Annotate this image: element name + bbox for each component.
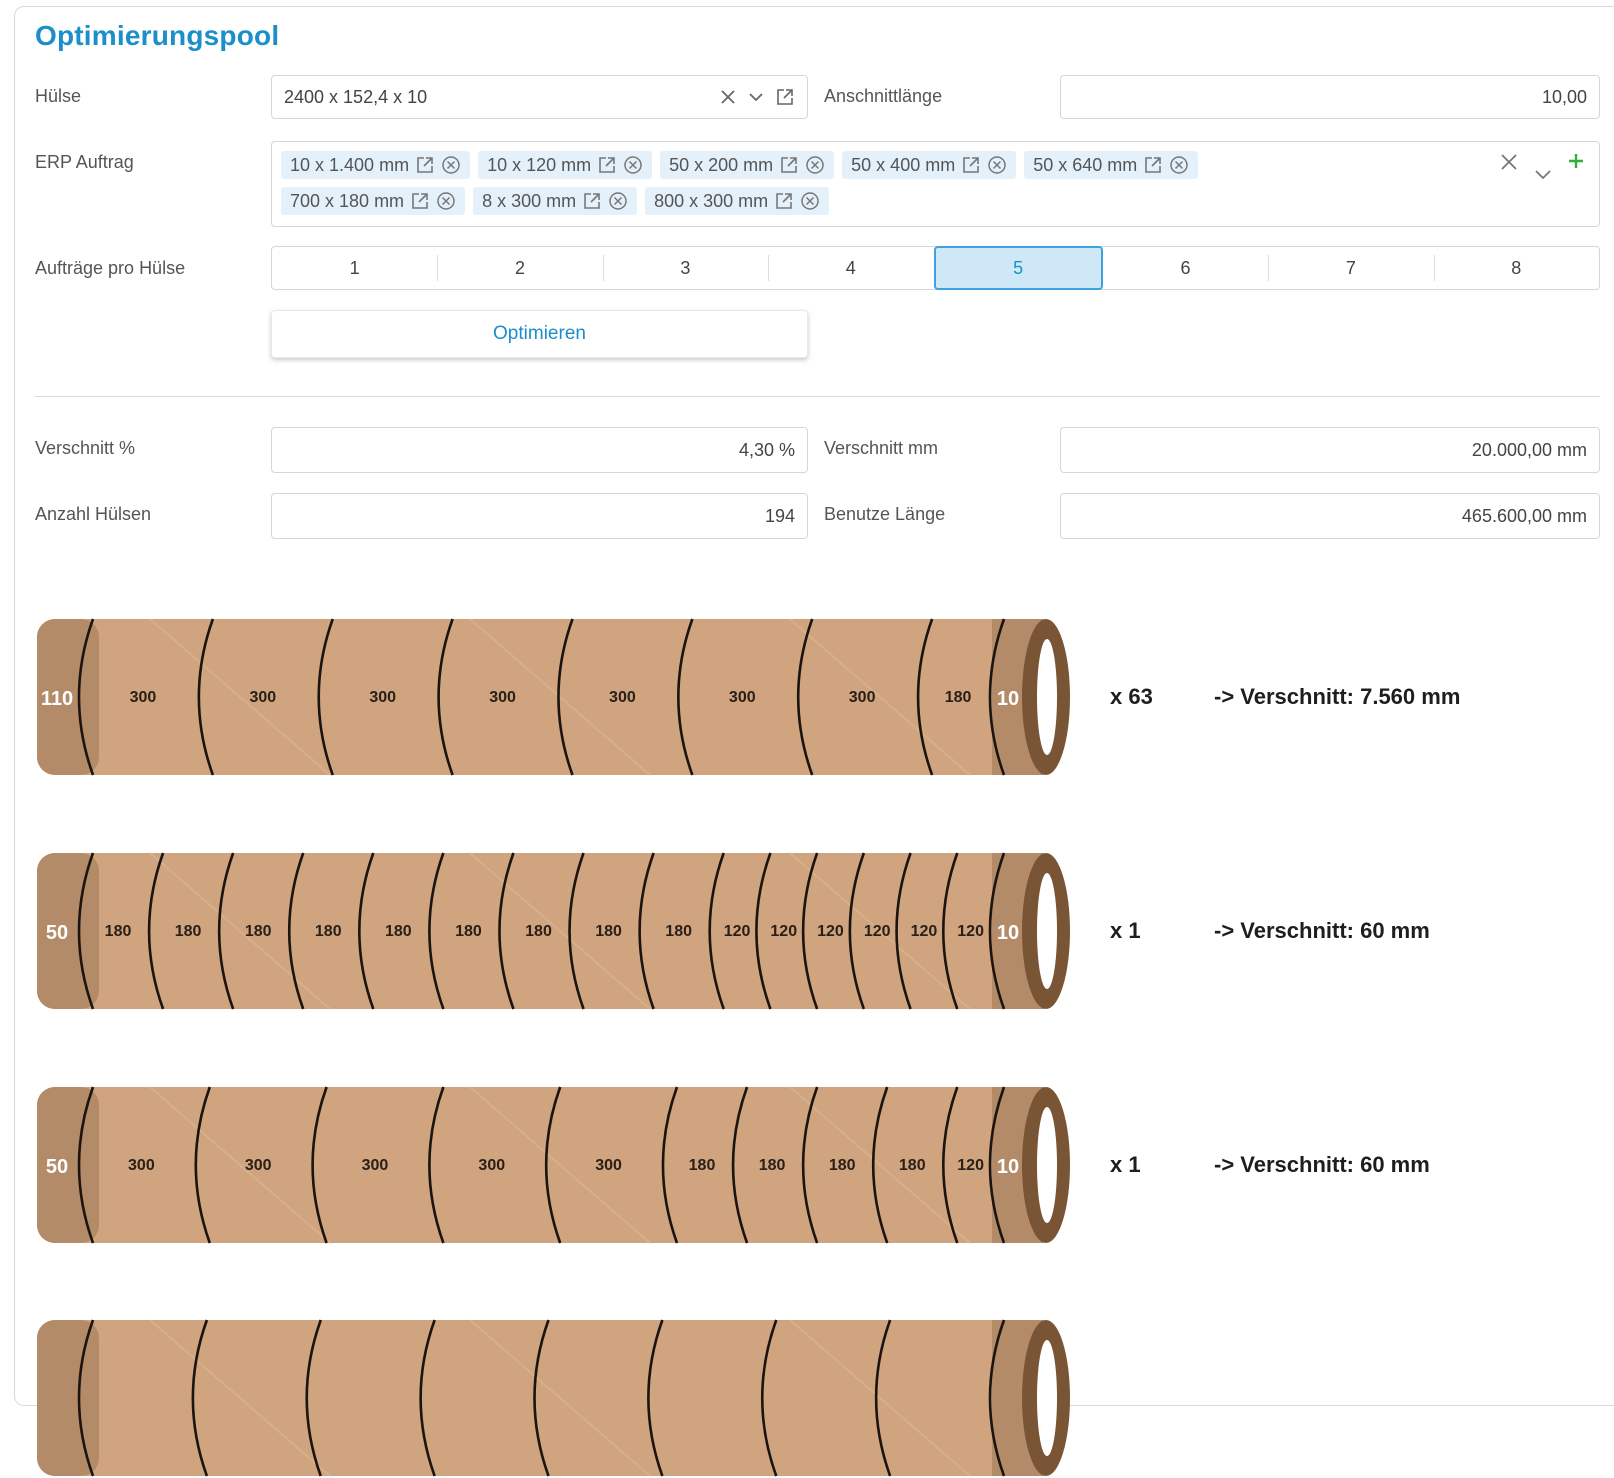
paper-roll [37,1319,1070,1477]
segment-label: 120 [957,1157,984,1174]
segment-label: 300 [595,1157,622,1174]
segment-label: 120 [770,923,797,940]
segment-label: 180 [385,923,412,940]
trim-right-label: 10 [997,922,1019,944]
roll-body [37,1087,1042,1243]
roll-count: x 63 [1110,684,1153,709]
roll-trim-left [37,1320,99,1476]
roll-count: x 1 [1110,1152,1141,1177]
paper-roll: 180 180 180 180 180 180 180 180 180 120 120 120 120 1… [37,852,1070,1010]
segment-label: 120 [957,923,984,940]
segment-label: 180 [525,923,552,940]
paper-roll: 300 300 300 300 300 180 180 180 180 120 50 10 [37,1086,1070,1244]
segment-label: 180 [899,1157,926,1174]
trim-left-label: 50 [46,922,68,944]
roll-core-hole [1037,639,1057,755]
roll-count: x 1 [1110,918,1141,943]
segment-label: 300 [362,1157,389,1174]
segment-label: 180 [759,1157,786,1174]
segment-label: 180 [665,923,692,940]
roll-waste: -> Verschnitt: 60 mm [1214,1152,1430,1177]
segment-label: 180 [689,1157,716,1174]
segment-label: 300 [729,689,756,706]
segment-label: 300 [128,1157,155,1174]
roll-waste: -> Verschnitt: 7.560 mm [1214,684,1461,709]
trim-right-label: 10 [997,688,1019,710]
segment-label: 180 [105,923,132,940]
roll-core-hole [1037,1107,1057,1223]
segment-label: 180 [175,923,202,940]
segment-label: 300 [245,1157,272,1174]
segment-label: 300 [478,1157,505,1174]
roll-visualizations: 300 300 300 300 300 300 300 180 110 10 x 63 -> Vers… [0,0,1614,1477]
segment-label: 300 [489,689,516,706]
roll-body [37,1320,1042,1476]
trim-left-label: 110 [41,688,73,710]
roll-body [37,619,1042,775]
segment-label: 300 [249,689,276,706]
segment-label: 300 [369,689,396,706]
segment-label: 120 [817,923,844,940]
segment-label: 300 [130,689,157,706]
segment-label: 120 [864,923,891,940]
segment-label: 180 [455,923,482,940]
segment-label: 180 [829,1157,856,1174]
trim-left-label: 50 [46,1156,68,1178]
segment-label: 180 [595,923,622,940]
paper-roll: 300 300 300 300 300 300 300 180 110 10 [37,618,1070,776]
roll-core-hole [1037,1340,1057,1456]
roll-waste: -> Verschnitt: 60 mm [1214,918,1430,943]
segment-label: 180 [245,923,272,940]
segment-label: 180 [945,689,972,706]
segment-label: 300 [849,689,876,706]
trim-right-label: 10 [997,1156,1019,1178]
roll-core-hole [1037,873,1057,989]
segment-label: 180 [315,923,342,940]
segment-label: 120 [724,923,751,940]
segment-label: 300 [609,689,636,706]
segment-label: 120 [911,923,938,940]
